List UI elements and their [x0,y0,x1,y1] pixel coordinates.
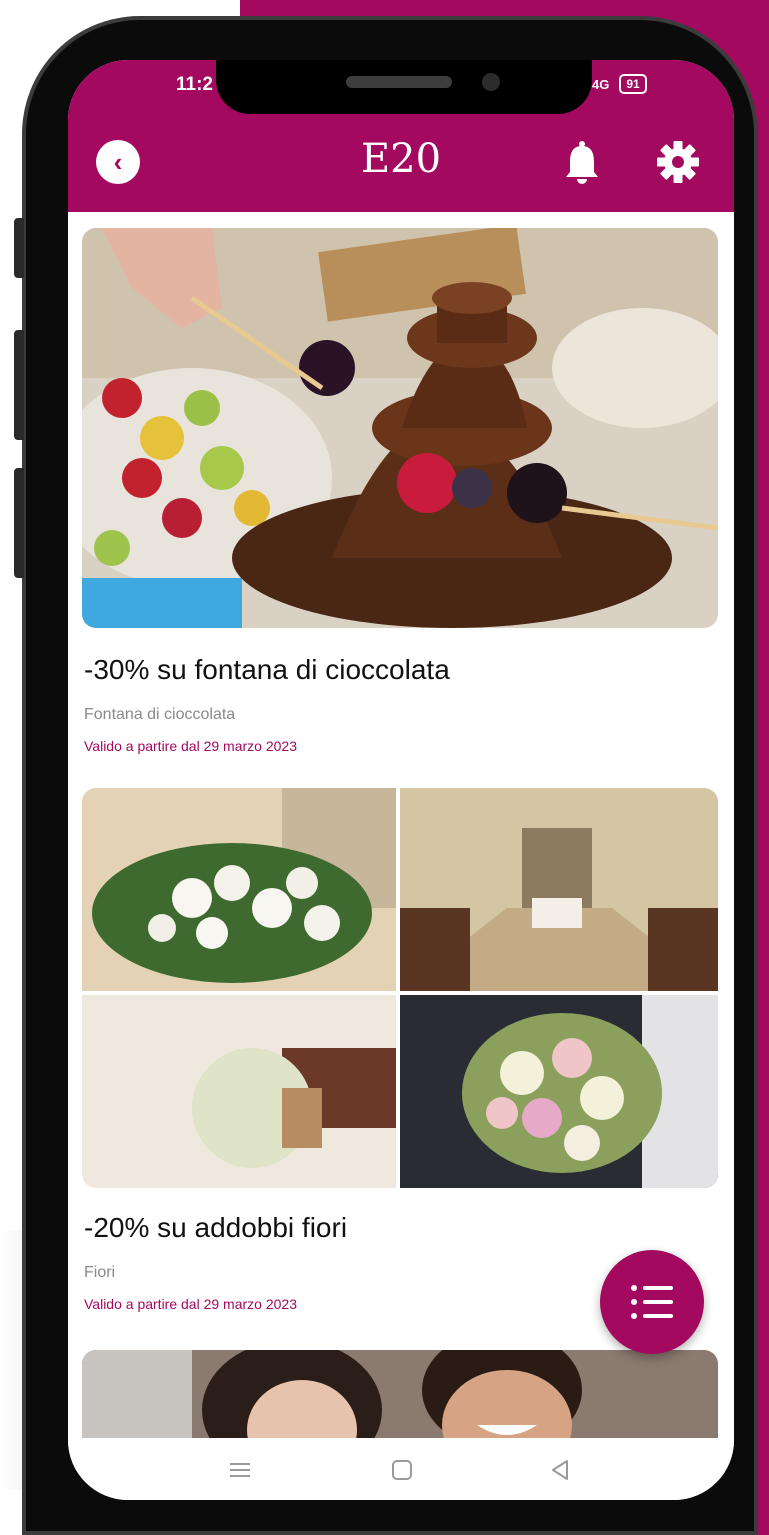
couple-photo-image [82,1350,718,1440]
offer-title[interactable]: -20% su addobbi fiori [84,1212,347,1244]
chocolate-fountain-image [82,228,718,628]
gear-icon[interactable] [656,140,700,184]
phone-side-button [14,218,24,278]
status-time: 11:2 [176,74,213,95]
offer-category: Fiori [84,1264,116,1281]
speaker-grille [346,76,452,88]
status-indicators: 4G 91 [592,74,647,94]
back-icon[interactable] [548,1458,572,1482]
flower-decorations-collage [82,788,718,1188]
home-icon[interactable] [390,1458,414,1482]
list-fab-button[interactable] [600,1250,704,1354]
offer-validity: Valido a partire dal 29 marzo 2023 [84,738,297,754]
offer-image[interactable] [82,228,718,628]
offer-validity: Valido a partire dal 29 marzo 2023 [84,1296,297,1312]
offer-image[interactable] [82,1350,718,1440]
menu-icon[interactable] [228,1458,252,1482]
phone-side-button [14,330,24,440]
list-icon [631,1285,673,1319]
phone-side-button [14,468,24,578]
system-navigation-bar [68,1438,734,1500]
offer-image[interactable] [82,788,718,1188]
phone-screen: 11:2 4G 91 ‹ E20 -30% su fontana di cioc… [68,60,734,1500]
bell-icon[interactable] [562,140,602,184]
battery-indicator: 91 [619,74,647,94]
camera-notch [216,60,592,114]
offer-title[interactable]: -30% su fontana di cioccolata [84,654,450,686]
page-title: E20 [360,136,442,182]
network-indicator: 4G [592,76,610,92]
camera-lens [482,73,500,91]
offer-category: Fontana di cioccolata [84,706,236,723]
